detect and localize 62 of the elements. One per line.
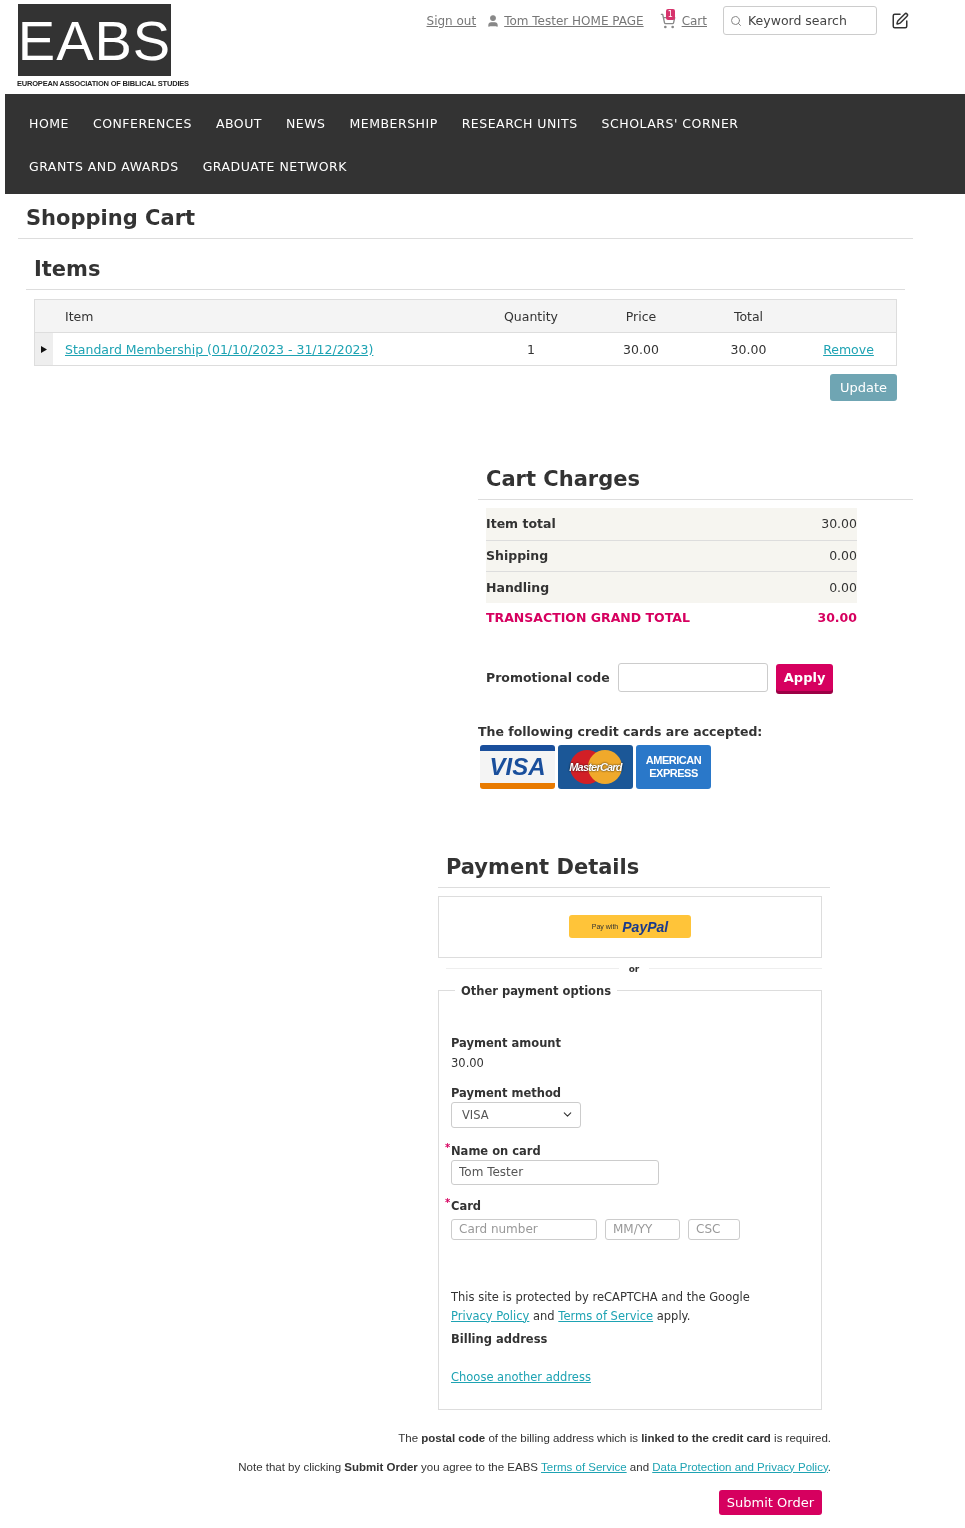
required-marker: * bbox=[445, 1141, 451, 1153]
visa-card-logo: VISA bbox=[480, 744, 555, 789]
submit-order-button[interactable]: Submit Order bbox=[718, 1489, 822, 1515]
cards-note: The following credit cards are accepted: bbox=[478, 723, 764, 739]
page-title: Shopping Cart bbox=[18, 206, 913, 239]
cart-count-badge: 1 bbox=[665, 9, 675, 20]
row-expander[interactable] bbox=[35, 333, 53, 365]
charge-value: 30.00 bbox=[821, 516, 857, 532]
nav-item[interactable]: MEMBERSHIP bbox=[349, 116, 438, 131]
column-header: Total bbox=[732, 308, 765, 324]
table-cell-text: 30.00 bbox=[622, 341, 660, 357]
payment-method-select[interactable]: VISA bbox=[451, 1101, 581, 1128]
expand-arrow-icon bbox=[41, 345, 47, 353]
cart-link[interactable]: Cart bbox=[681, 6, 707, 36]
name-on-card-field[interactable]: Tom Tester bbox=[451, 1159, 659, 1185]
table-cell-text: 1 bbox=[526, 341, 536, 357]
or-separator: or bbox=[628, 963, 640, 974]
nav-item[interactable]: ABOUT bbox=[215, 116, 262, 131]
nav-item[interactable]: CONFERENCES bbox=[92, 116, 192, 131]
nav-item[interactable]: GRANTS AND AWARDS bbox=[29, 159, 179, 174]
edit-icon[interactable] bbox=[891, 12, 909, 30]
apply-button[interactable]: Apply bbox=[775, 663, 834, 691]
section-heading: Payment Details bbox=[438, 854, 830, 888]
logo-mark[interactable]: EABS bbox=[18, 4, 171, 76]
amex-card-logo: AMERICAN EXPRESS bbox=[636, 744, 711, 789]
field-label: Payment method bbox=[451, 1085, 563, 1100]
charge-value: 0.00 bbox=[829, 579, 857, 595]
card-input-field[interactable]: MM/YY bbox=[605, 1218, 680, 1240]
nav-item[interactable]: SCHOLARS' CORNER bbox=[601, 116, 739, 131]
section-heading: Items bbox=[26, 257, 905, 290]
charge-label: TRANSACTION GRAND TOTAL bbox=[486, 610, 690, 625]
required-marker: * bbox=[445, 1196, 451, 1208]
recaptcha-notice: This site is protected by reCAPTCHA and the Google Privacy Policy and Terms of Service apply. bbox=[451, 1288, 751, 1325]
charge-value: 0.00 bbox=[829, 548, 857, 564]
section-heading: Cart Charges bbox=[478, 467, 913, 500]
field-label: Payment amount bbox=[451, 1035, 562, 1050]
search-field[interactable]: Keyword search bbox=[723, 6, 877, 35]
card-input-field[interactable]: Card number bbox=[451, 1218, 597, 1240]
search-icon bbox=[730, 14, 742, 27]
nav-item[interactable]: GRADUATE NETWORK bbox=[202, 159, 347, 174]
nav-item[interactable]: HOME bbox=[29, 116, 69, 131]
table-cell-text: 30.00 bbox=[729, 341, 768, 357]
payment-amount: 30.00 bbox=[451, 1055, 485, 1070]
terms-note: Note that by clicking Submit Order you agree to the EABS Terms of Service and Data Protection and Privacy Policy. bbox=[237, 1460, 832, 1473]
billing-label: Billing address bbox=[451, 1331, 549, 1346]
charge-label: Handling bbox=[486, 579, 550, 595]
sign-out-link[interactable]: Sign out bbox=[426, 6, 477, 36]
profile-link[interactable]: Tom Tester HOME PAGE bbox=[504, 6, 644, 36]
nav-item[interactable]: RESEARCH UNITS bbox=[461, 116, 578, 131]
postal-code-note: The postal code of the billing address which is linked to the credit card is required. bbox=[397, 1431, 832, 1444]
charge-value: 30.00 bbox=[817, 610, 857, 625]
column-header: Quantity bbox=[503, 308, 559, 324]
promo-label: Promotional code bbox=[486, 669, 610, 685]
charge-label: Shipping bbox=[486, 548, 549, 564]
promo-code-field[interactable] bbox=[617, 662, 768, 692]
nav-item[interactable]: NEWS bbox=[285, 116, 326, 131]
charge-label: Item total bbox=[486, 516, 556, 532]
column-header: Item bbox=[65, 308, 95, 324]
user-icon bbox=[486, 14, 501, 28]
card-input-field[interactable]: CSC bbox=[688, 1218, 740, 1240]
panel-legend: Other payment options bbox=[455, 983, 618, 998]
column-header: Price bbox=[624, 308, 658, 324]
